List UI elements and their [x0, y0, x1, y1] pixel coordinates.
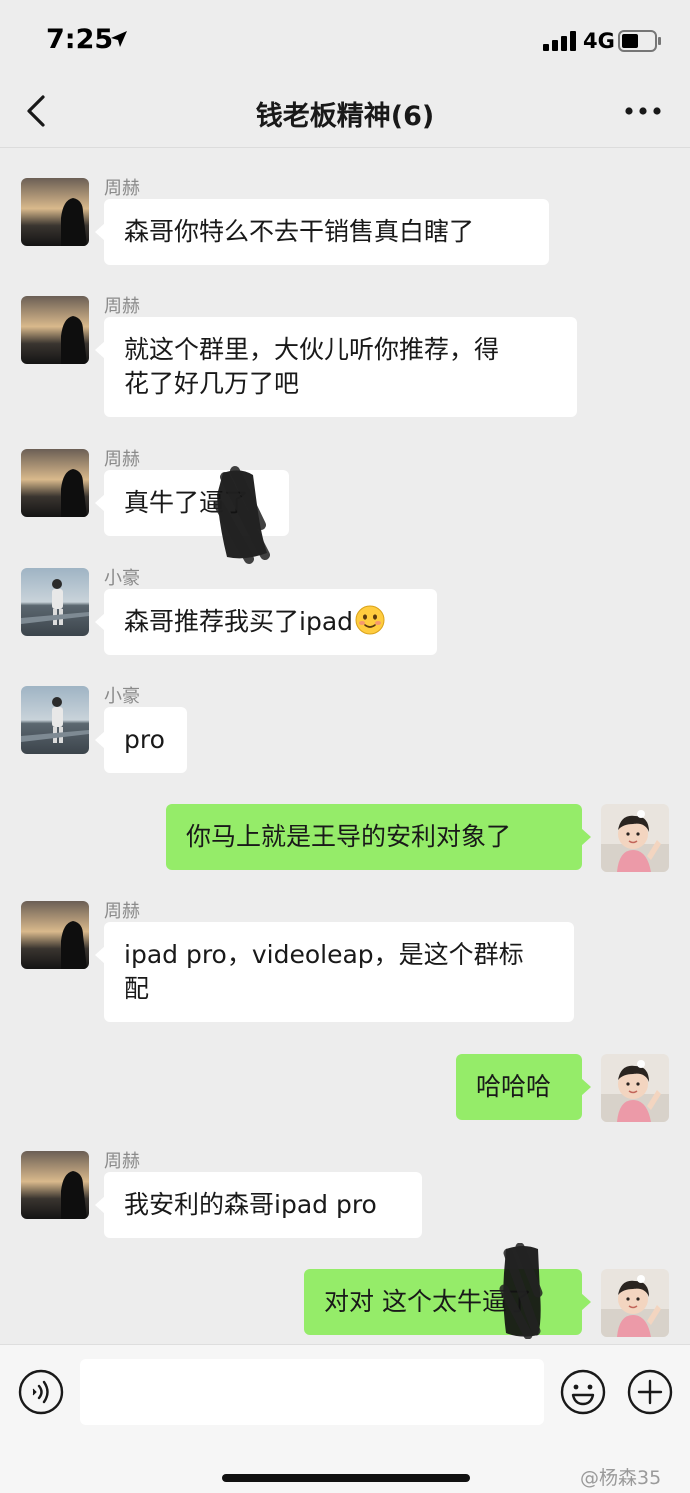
input-bar: @杨森35	[0, 1344, 690, 1493]
message-bubble[interactable]: 森哥你特么不去干销售真白瞎了	[95, 199, 549, 265]
message-text: 森哥推荐我买了ipad	[124, 607, 354, 636]
weibo-watermark: @杨森35	[580, 1467, 662, 1489]
message-bubble[interactable]: 对对 这个太牛逼了	[304, 1269, 591, 1335]
avatar-zhouhe[interactable]	[21, 901, 89, 969]
message-text: 真牛了逼了	[124, 488, 250, 517]
chat-message-list[interactable]: 周赫 森哥你特么不去干销售真白瞎了 周赫 就这个群里，大伙儿听你推荐，得 花了好…	[0, 149, 690, 1344]
message-input[interactable]	[80, 1359, 544, 1425]
avatar-xiaohao[interactable]	[21, 568, 89, 636]
nav-bar: 钱老板精神(6)	[0, 80, 690, 148]
avatar-zhouhe[interactable]	[21, 449, 89, 517]
sender-name: 小豪	[104, 686, 140, 707]
sender-name: 周赫	[104, 1151, 140, 1172]
chat-title: 钱老板精神(6)	[255, 101, 435, 132]
avatar-zhouhe[interactable]	[21, 178, 89, 246]
message-text: 你马上就是王导的安利对象了	[186, 822, 512, 851]
add-icon[interactable]	[627, 1369, 673, 1415]
message-bubble[interactable]: 哈哈哈	[456, 1054, 591, 1120]
message-bubble[interactable]: 森哥推荐我买了ipad	[95, 589, 437, 655]
more-dots-icon[interactable]	[624, 104, 662, 118]
sender-name: 周赫	[104, 296, 140, 317]
status-bar: 7:25 4G	[0, 0, 690, 80]
avatar-self[interactable]	[601, 1269, 669, 1337]
message-text: ipad pro，videoleap，是这个群标	[124, 940, 524, 969]
message-text: 对对 这个太牛逼了	[324, 1287, 532, 1316]
avatar-self[interactable]	[601, 1054, 669, 1122]
avatar-xiaohao[interactable]	[21, 686, 89, 754]
message-text: 配	[124, 974, 150, 1003]
emoji-icon[interactable]	[560, 1369, 606, 1415]
message-text: 花了好几万了吧	[124, 369, 300, 398]
network-type: 4G	[583, 29, 615, 53]
message-text: 哈哈哈	[476, 1072, 552, 1101]
sender-name: 周赫	[104, 449, 140, 470]
message-text: 就这个群里，大伙儿听你推荐，得	[124, 335, 500, 364]
location-arrow-icon	[111, 31, 127, 47]
sender-name: 周赫	[104, 901, 140, 922]
status-time: 7:25	[46, 24, 114, 55]
message-text: pro	[124, 725, 165, 754]
message-bubble[interactable]: 我安利的森哥ipad pro	[95, 1172, 422, 1238]
message-bubble[interactable]: 就这个群里，大伙儿听你推荐，得 花了好几万了吧	[95, 317, 577, 417]
avatar-self[interactable]	[601, 804, 669, 872]
avatar-zhouhe[interactable]	[21, 296, 89, 364]
message-bubble[interactable]: 你马上就是王导的安利对象了	[166, 804, 591, 870]
battery-icon	[618, 30, 661, 52]
message-text: 我安利的森哥ipad pro	[124, 1190, 377, 1219]
home-indicator	[222, 1474, 470, 1482]
message-text: 森哥你特么不去干销售真白瞎了	[124, 217, 475, 246]
message-bubble[interactable]: pro	[95, 707, 187, 773]
sender-name: 周赫	[104, 178, 140, 199]
message-bubble[interactable]: ipad pro，videoleap，是这个群标 配	[95, 922, 574, 1022]
voice-icon[interactable]	[18, 1369, 64, 1415]
avatar-zhouhe[interactable]	[21, 1151, 89, 1219]
signal-icon	[543, 31, 576, 51]
message-bubble[interactable]: 真牛了逼了	[95, 470, 289, 536]
sender-name: 小豪	[104, 568, 140, 589]
smile-blush-emoji-icon	[355, 605, 385, 635]
